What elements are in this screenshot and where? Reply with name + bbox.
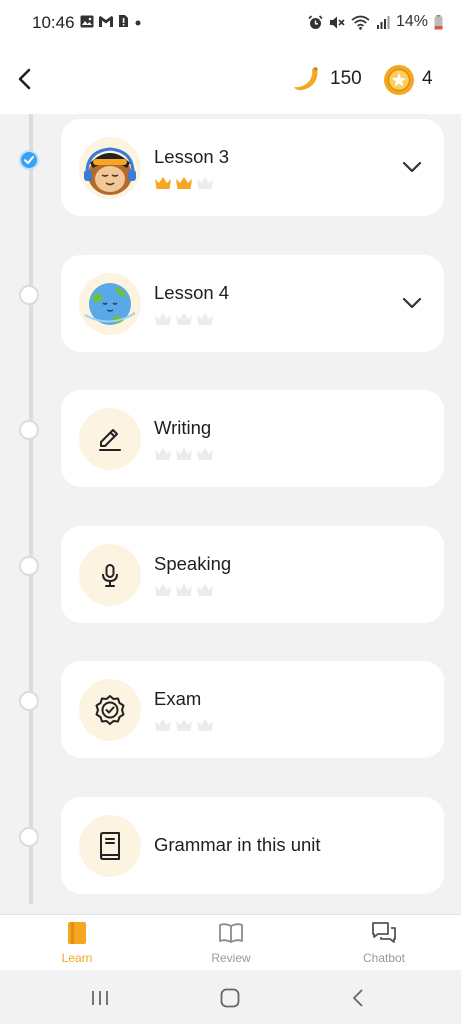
timeline-node	[19, 691, 39, 711]
system-nav-bar	[0, 970, 461, 1024]
lesson-icon	[79, 408, 141, 470]
back-button[interactable]	[10, 64, 40, 94]
nav-tab-learn[interactable]: Learn	[27, 921, 127, 965]
lesson-title: Speaking	[154, 553, 232, 574]
crown-empty-icon	[176, 719, 192, 731]
nav-tab-chatbot[interactable]: Chatbot	[334, 921, 434, 965]
lesson-card-exam[interactable]: Exam	[61, 661, 444, 758]
dot-icon	[135, 20, 141, 25]
crown-rating	[154, 176, 214, 190]
alarm-icon	[308, 14, 323, 29]
recents-icon[interactable]	[88, 986, 112, 1010]
sim-alert-icon	[119, 15, 128, 27]
banana-icon	[294, 67, 318, 91]
lesson-card-grammar[interactable]: Grammar in this unit	[61, 797, 444, 894]
chevron-left-icon	[18, 68, 31, 90]
signal-icon	[376, 16, 390, 29]
status-bar: 10:46 14%	[0, 0, 461, 46]
coin-count: 4	[422, 68, 433, 89]
notification-icons	[80, 14, 143, 28]
timeline-node-completed	[19, 150, 39, 170]
lesson-card-lesson-4[interactable]: Lesson 4	[61, 255, 444, 352]
lesson-title: Grammar in this unit	[154, 834, 321, 855]
lesson-title: Exam	[154, 688, 202, 709]
chat-bubbles-icon	[372, 922, 396, 943]
battery-icon	[434, 14, 443, 29]
lesson-card-speaking[interactable]: Speaking	[61, 526, 444, 623]
microphone-icon	[102, 564, 118, 587]
crown-empty-icon	[155, 448, 171, 460]
crown-empty-icon	[197, 177, 213, 189]
wifi-icon	[351, 15, 370, 30]
crown-empty-icon	[155, 313, 171, 325]
crown-rating	[154, 583, 214, 597]
lesson-card-lesson-3[interactable]: Lesson 3	[61, 119, 444, 216]
crown-empty-icon	[197, 719, 213, 731]
header: 150 4	[0, 46, 461, 114]
timeline-node	[19, 556, 39, 576]
timeline-line	[29, 114, 33, 904]
back-icon[interactable]	[347, 986, 371, 1010]
home-icon[interactable]	[218, 986, 242, 1010]
timeline-node	[19, 420, 39, 440]
crown-rating	[154, 312, 214, 326]
lesson-icon	[79, 544, 141, 606]
nav-label-chatbot: Chatbot	[362, 951, 406, 965]
crown-rating	[154, 447, 214, 461]
lesson-icon	[79, 273, 141, 335]
nav-tab-review[interactable]: Review	[181, 921, 281, 965]
lesson-icon	[79, 815, 141, 877]
lesson-icon	[79, 679, 141, 741]
crown-empty-icon	[155, 584, 171, 596]
crown-empty-icon	[176, 584, 192, 596]
earth-icon	[84, 283, 136, 325]
timeline-node	[19, 285, 39, 305]
monkey-headphones-icon	[84, 147, 136, 195]
timeline-node	[19, 827, 39, 847]
checkmark-icon	[24, 156, 34, 164]
bottom-nav: Learn Review Chatbot	[0, 914, 461, 971]
status-time: 10:46	[32, 13, 75, 32]
crown-filled-icon	[155, 177, 171, 189]
banana-count: 150	[330, 68, 362, 89]
crown-empty-icon	[197, 313, 213, 325]
crown-empty-icon	[176, 313, 192, 325]
pencil-icon	[99, 429, 121, 451]
crown-empty-icon	[155, 719, 171, 731]
crown-rating	[154, 718, 214, 732]
crown-empty-icon	[197, 448, 213, 460]
lesson-title: Lesson 4	[154, 282, 230, 303]
lesson-card-writing[interactable]: Writing	[61, 390, 444, 487]
book-icon	[100, 832, 120, 860]
battery-percent: 14%	[395, 13, 428, 30]
mute-icon	[329, 16, 345, 28]
learn-book-icon	[68, 922, 86, 944]
open-book-icon	[219, 923, 243, 943]
crown-empty-icon	[176, 448, 192, 460]
system-status-icons: 14%	[308, 13, 443, 31]
lesson-title: Lesson 3	[154, 146, 230, 167]
nav-label-learn: Learn	[61, 951, 93, 965]
crown-filled-icon	[176, 177, 192, 189]
crown-empty-icon	[197, 584, 213, 596]
gallery-icon	[80, 15, 94, 27]
badge-check-icon	[95, 695, 125, 725]
lesson-title: Writing	[154, 417, 212, 438]
chevron-down-icon[interactable]	[400, 155, 424, 179]
coin-icon	[384, 65, 414, 95]
nav-label-review: Review	[211, 951, 251, 965]
gmail-icon	[99, 15, 113, 27]
lesson-icon	[79, 137, 141, 199]
chevron-down-icon[interactable]	[400, 291, 424, 315]
